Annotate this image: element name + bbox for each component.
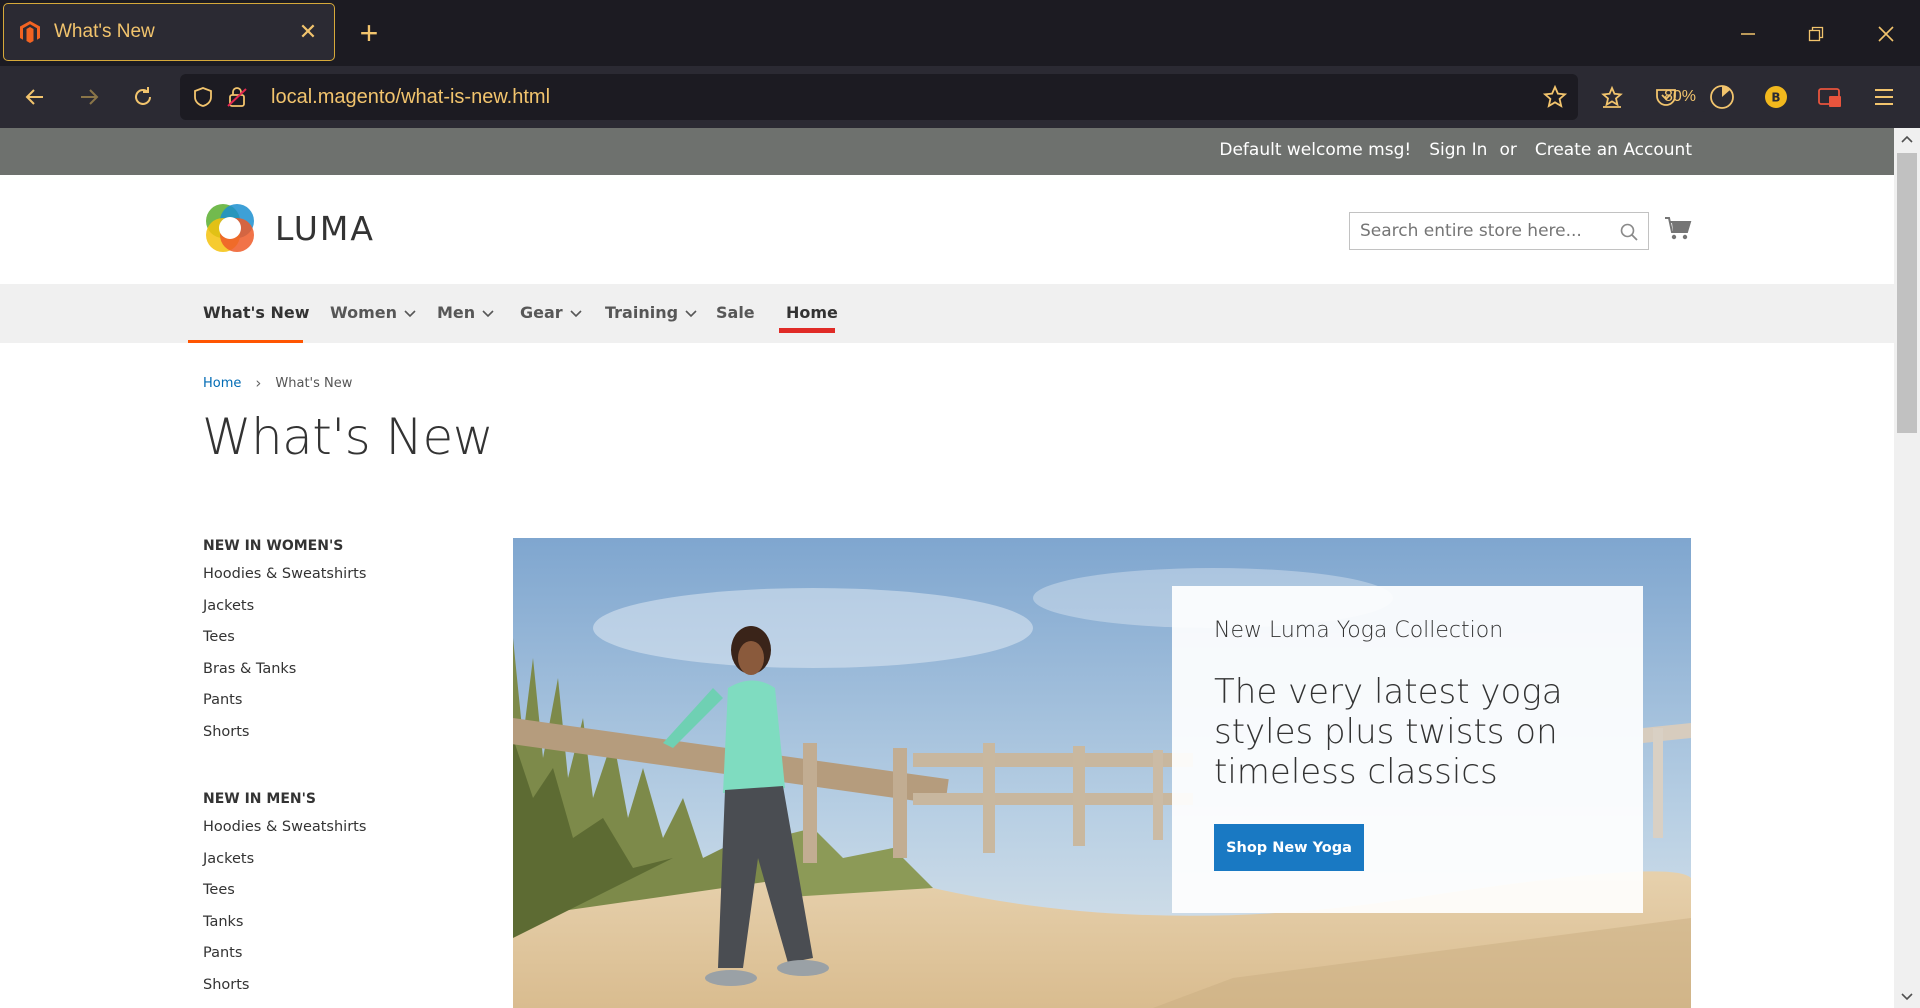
reload-icon[interactable] [126,80,160,114]
forward-icon[interactable] [72,80,106,114]
nav-label: Training [605,303,679,322]
nav-label: Women [330,303,397,322]
magento-favicon-icon [18,20,42,44]
sidebar-link[interactable]: Pants [203,692,503,724]
active-nav-indicator [188,340,303,343]
breadcrumb-separator-icon: › [255,374,262,392]
address-bar[interactable]: local.magento/what-is-new.html 80% [180,74,1706,120]
nav-label: Gear [520,303,563,322]
svg-text:B: B [1771,91,1780,105]
hero-subtitle: New Luma Yoga Collection [1214,618,1504,643]
sidebar-link[interactable]: Tees [203,882,503,914]
minimize-icon[interactable] [1730,16,1766,52]
browser-toolbar: local.magento/what-is-new.html 80% B [0,66,1920,128]
breadcrumb-home-link[interactable]: Home [203,376,241,391]
page-title: What's New [202,408,494,466]
sidebar-link[interactable]: Jackets [203,598,503,630]
luma-logo-icon [206,204,254,252]
search-box [1349,212,1649,250]
nav-men[interactable]: Men [437,303,495,322]
sign-in-link[interactable]: Sign In [1429,140,1487,160]
menu-icon[interactable] [1867,80,1901,114]
timer-extension-icon[interactable] [1705,80,1739,114]
nav-training[interactable]: Training [605,303,698,322]
shield-icon[interactable] [186,80,220,114]
luma-logo[interactable]: LUMA [203,201,375,255]
profile-badge-icon[interactable]: B [1759,80,1793,114]
women-heading: NEW IN WOMEN'S [203,538,344,554]
pocket-icon[interactable] [1649,80,1683,114]
panel-header: Default welcome msg! Sign In or Create a… [0,128,1894,175]
search-icon[interactable] [1620,223,1638,241]
sidebar-link[interactable]: Pants [203,945,503,977]
search-input[interactable] [1350,213,1648,249]
close-window-icon[interactable] [1868,16,1904,52]
bookmark-star-icon[interactable] [1538,80,1572,114]
hero-promo-card: New Luma Yoga Collection The very latest… [1172,586,1643,913]
nav-label: Sale [716,303,755,322]
nav-label: What's New [203,303,310,322]
nav-home[interactable]: Home [786,303,838,322]
chevron-down-icon [482,309,494,317]
breadcrumb-current: What's New [275,375,353,391]
sidebar-link[interactable]: Hoodies & Sweatshirts [203,819,503,851]
browser-tab[interactable]: What's New ✕ [3,3,335,61]
main-navigation: What's New Women Men Gear Training Sale … [0,284,1894,343]
nav-women[interactable]: Women [330,303,417,322]
chevron-down-icon [685,309,697,317]
scrollbar-thumb[interactable] [1897,153,1917,433]
nav-whats-new[interactable]: What's New [203,303,310,322]
sidebar-link[interactable]: Bras & Tanks [203,661,503,693]
bookmarks-icon[interactable] [1595,80,1629,114]
nav-label: Men [437,303,476,322]
shop-new-yoga-button[interactable]: Shop New Yoga [1214,824,1364,871]
sidebar-link[interactable]: Tees [203,629,503,661]
insecure-lock-icon[interactable] [220,80,254,114]
men-category-group: NEW IN MEN'S Hoodies & Sweatshirts Jacke… [203,791,503,1008]
new-tab-icon[interactable]: + [352,15,386,51]
nav-gear[interactable]: Gear [520,303,583,322]
screenshot-extension-icon[interactable] [1813,80,1847,114]
scroll-down-icon[interactable] [1894,986,1920,1008]
browser-tab-bar: What's New ✕ + [0,0,1920,66]
sidebar-link[interactable]: Tanks [203,914,503,946]
chevron-down-icon [570,309,582,317]
sidebar-link[interactable]: Shorts [203,977,503,1008]
url-text[interactable]: local.magento/what-is-new.html [271,86,550,109]
home-underline [779,328,835,333]
hero-banner[interactable]: New Luma Yoga Collection The very latest… [513,538,1691,1008]
men-heading: NEW IN MEN'S [203,791,316,807]
back-icon[interactable] [18,80,52,114]
chevron-down-icon [404,309,416,317]
sidebar-link[interactable]: Jackets [203,851,503,883]
create-account-link[interactable]: Create an Account [1535,140,1692,160]
sidebar-link[interactable]: Shorts [203,724,503,756]
page-scrollbar[interactable] [1894,128,1920,1008]
nav-sale[interactable]: Sale [716,303,755,322]
cart-icon[interactable] [1663,213,1693,243]
site-header: LUMA [0,175,1894,284]
breadcrumb: Home › What's New [203,374,352,392]
restore-icon[interactable] [1798,16,1834,52]
logo-text: LUMA [275,208,375,248]
close-tab-icon[interactable]: ✕ [296,19,320,44]
sidebar-link[interactable]: Hoodies & Sweatshirts [203,566,503,598]
welcome-message: Default welcome msg! [1219,140,1412,160]
nav-label: Home [786,303,838,322]
women-category-group: NEW IN WOMEN'S Hoodies & Sweatshirts Jac… [203,538,503,755]
hero-headline: The very latest yoga styles plus twists … [1214,672,1563,792]
tab-title: What's New [54,21,155,42]
or-text: or [1499,140,1517,160]
scroll-up-icon[interactable] [1894,128,1920,150]
web-page: Default welcome msg! Sign In or Create a… [0,128,1894,1008]
sidebar-categories: NEW IN WOMEN'S Hoodies & Sweatshirts Jac… [203,538,503,1008]
